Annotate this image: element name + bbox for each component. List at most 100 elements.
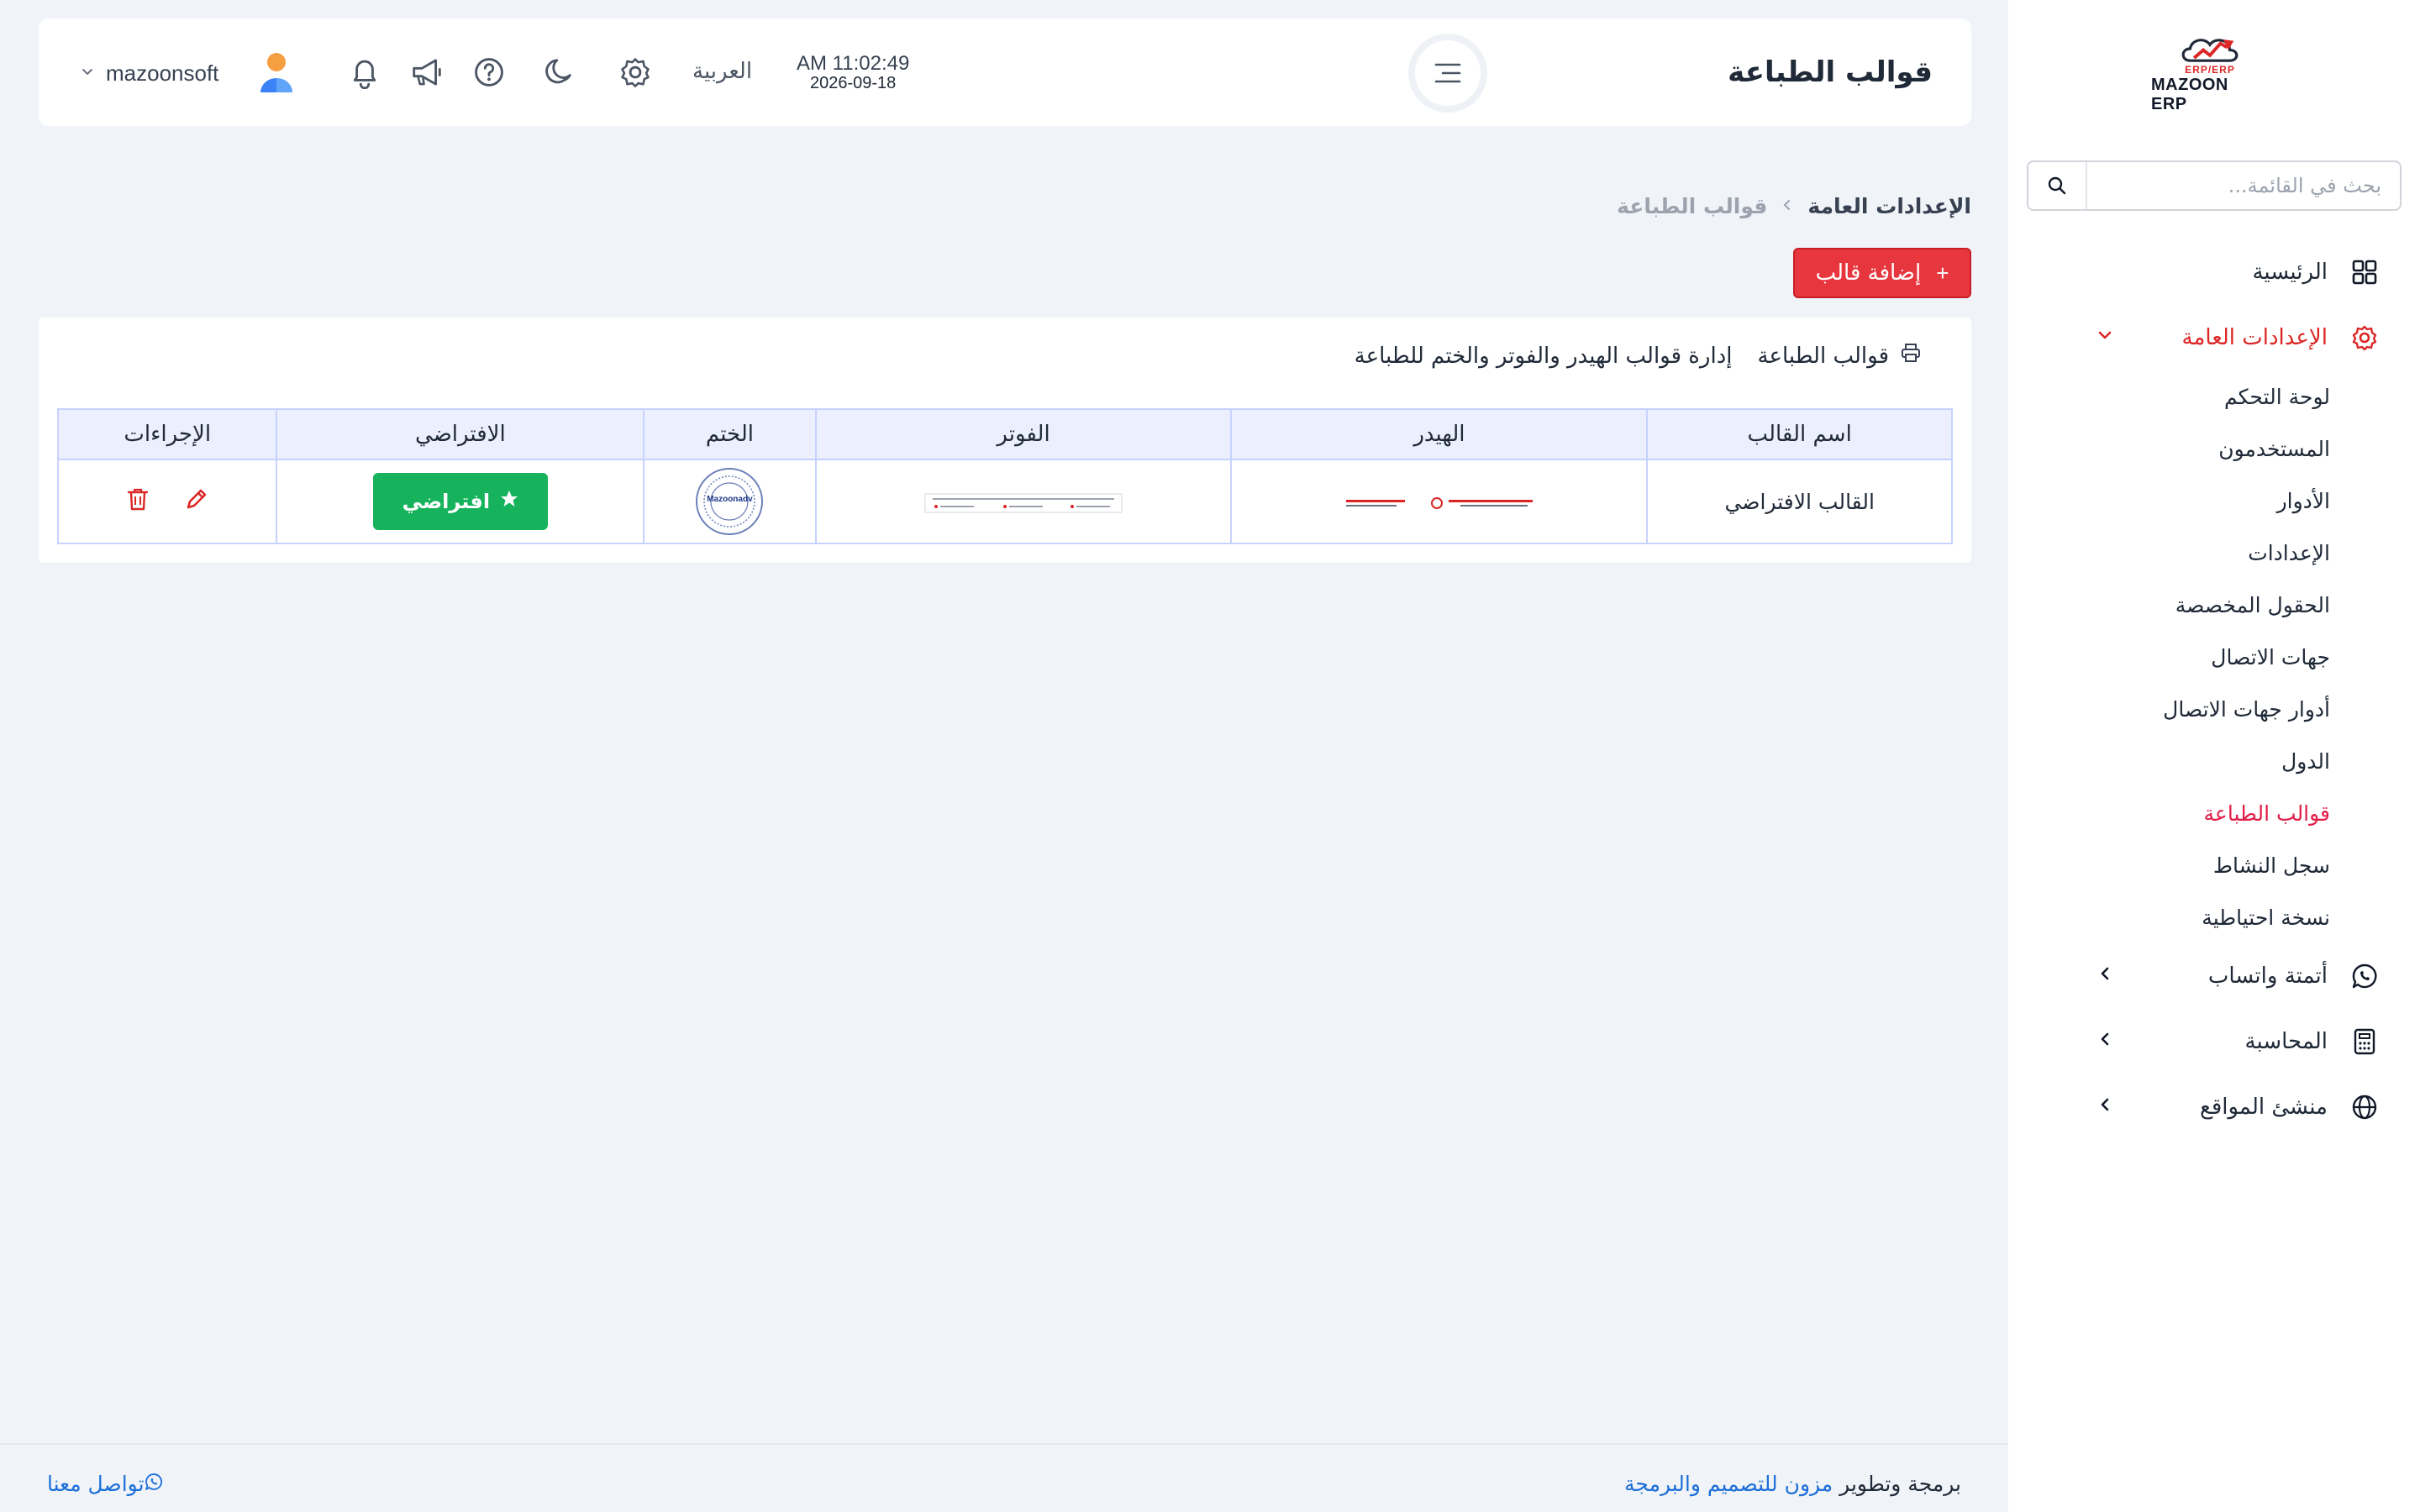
top-header: قوالب الطباعة AM 11:02:49 2026-09-18 الع…: [39, 18, 1971, 126]
sidebar-item-general-settings[interactable]: الإعدادات العامة: [2008, 305, 2420, 370]
sidebar-subitem-activity-log[interactable]: سجل النشاط: [2008, 839, 2420, 891]
help-icon[interactable]: [471, 54, 508, 91]
sidebar-subitem-backup[interactable]: نسخة احتياطية: [2008, 891, 2420, 943]
sidebar-subitem-contacts[interactable]: جهات الاتصال: [2008, 631, 2420, 683]
user-menu[interactable]: mazoonsoft: [81, 52, 296, 94]
footer-thumbnail[interactable]: [924, 493, 1123, 513]
calculator-icon: [2349, 1026, 2380, 1057]
chevron-left-icon: [2096, 963, 2114, 989]
template-name-cell: القالب الافتراضي: [1646, 459, 1953, 544]
sidebar-item-site-builder[interactable]: منشئ المواقع: [2008, 1074, 2420, 1140]
header-clock: AM 11:02:49 2026-09-18: [797, 52, 909, 93]
seal-preview-cell: Mazoonadv: [643, 459, 817, 544]
footer-credit-link[interactable]: مزون للتصميم والبرمجة: [1624, 1472, 1833, 1496]
seal-text: Mazoonadv: [707, 495, 753, 504]
breadcrumb-current: قوالب الطباعة: [1617, 194, 1768, 218]
menu-lines-icon: [1434, 63, 1461, 83]
chevron-down-icon: [81, 65, 94, 81]
sidebar-subitem-roles[interactable]: الأدوار: [2008, 475, 2420, 527]
brand-logo[interactable]: ERP/ERP MAZOON ERP: [2151, 30, 2269, 114]
sidebar-item-label: منشئ المواقع: [2199, 1095, 2328, 1120]
actions-cell: [56, 459, 278, 544]
sidebar-subitem-settings[interactable]: الإعدادات: [2008, 527, 2420, 579]
table-header-row: اسم القالب الهيدر الفوتر الختم الافتراضي…: [56, 408, 1953, 460]
column-header-actions: الإجراءات: [56, 408, 278, 460]
logo-cloud-icon: [2181, 39, 2238, 62]
seal-thumbnail[interactable]: Mazoonadv: [695, 467, 764, 536]
column-header-footer: الفوتر: [814, 408, 1233, 460]
sidebar-subitem-countries[interactable]: الدول: [2008, 735, 2420, 787]
chevron-left-icon: [1781, 196, 1794, 217]
brand-sub: ERP/ERP: [2185, 64, 2235, 76]
settings-gear-icon[interactable]: [617, 54, 654, 91]
page-title: قوالب الطباعة: [1728, 55, 1933, 89]
sidebar-search: [2027, 160, 2402, 211]
grid-icon: [2349, 257, 2380, 287]
header-thumbnail[interactable]: [1342, 493, 1536, 512]
footer-contact-label: تواصل معنا: [47, 1472, 145, 1496]
templates-table: اسم القالب الهيدر الفوتر الختم الافتراضي…: [56, 408, 1953, 544]
sidebar-subitem-custom-fields[interactable]: الحقول المخصصة: [2008, 579, 2420, 631]
sidebar-nav: الرئيسية الإعدادات العامة لوحة التحكم ال…: [2008, 239, 2420, 1140]
avatar: [257, 50, 296, 96]
clock-time: AM 11:02:49: [797, 52, 910, 75]
row-actions: [59, 486, 276, 517]
sidebar-item-whatsapp[interactable]: أتمتة واتساب: [2008, 943, 2420, 1009]
sidebar-item-label: أتمتة واتساب: [2207, 963, 2328, 989]
column-header-seal: الختم: [643, 408, 817, 460]
chevron-down-icon: [2096, 325, 2114, 350]
sidebar-item-label: الرئيسية: [2252, 260, 2328, 285]
templates-card: قوالب الطباعة إدارة قوالب الهيدر والفوتر…: [39, 318, 1971, 563]
language-switcher[interactable]: العربية: [692, 59, 752, 84]
edit-pencil-icon[interactable]: [184, 486, 209, 517]
breadcrumb: الإعدادات العامة قوالب الطباعة: [1617, 194, 1971, 218]
printer-icon: [1901, 343, 1921, 369]
chevron-left-icon: [2096, 1095, 2114, 1120]
moon-icon[interactable]: [539, 54, 576, 91]
default-badge-button[interactable]: افتراضي: [372, 473, 548, 530]
add-template-label: إضافة قالب: [1815, 260, 1922, 286]
column-header-default: الافتراضي: [276, 408, 645, 460]
sidebar-search-input[interactable]: [2087, 162, 2400, 209]
sidebar-item-label: الإعدادات العامة: [2181, 325, 2328, 350]
sidebar-subitem-dashboard[interactable]: لوحة التحكم: [2008, 370, 2420, 423]
table-row: القالب الافتراضي Mazoonadv افتراضي: [56, 459, 1953, 544]
search-icon[interactable]: [2028, 162, 2087, 209]
default-cell: افتراضي: [276, 459, 645, 544]
sidebar-item-accounting[interactable]: المحاسبة: [2008, 1009, 2420, 1074]
whatsapp-icon: [2349, 961, 2380, 991]
sidebar-submenu: لوحة التحكم المستخدمون الأدوار الإعدادات…: [2008, 370, 2420, 943]
column-header-name: اسم القالب: [1646, 408, 1953, 460]
header-preview-cell: [1230, 459, 1649, 544]
clock-date: 2026-09-18: [810, 74, 897, 92]
sidebar-item-home[interactable]: الرئيسية: [2008, 239, 2420, 305]
sidebar-item-label: المحاسبة: [2244, 1029, 2328, 1054]
megaphone-icon[interactable]: [408, 54, 445, 91]
bell-icon[interactable]: [346, 54, 383, 91]
menu-toggle-button[interactable]: [1408, 34, 1487, 113]
sidebar-subitem-users[interactable]: المستخدمون: [2008, 423, 2420, 475]
card-header: قوالب الطباعة إدارة قوالب الهيدر والفوتر…: [1355, 343, 1921, 369]
star-icon: [500, 490, 518, 513]
brand-name: MAZOON ERP: [2151, 76, 2228, 113]
card-title: قوالب الطباعة: [1757, 343, 1890, 369]
add-template-button[interactable]: + إضافة قالب: [1793, 248, 1971, 298]
sidebar-subitem-print-templates[interactable]: قوالب الطباعة: [2008, 787, 2420, 839]
sidebar-subitem-contact-roles[interactable]: أدوار جهات الاتصال: [2008, 683, 2420, 735]
plus-icon: +: [1936, 260, 1949, 286]
chevron-left-icon: [2096, 1029, 2114, 1054]
footer-credit-prefix: برمجة وتطوير: [1839, 1472, 1961, 1496]
user-name: mazoonsoft: [106, 60, 219, 86]
card-description: إدارة قوالب الهيدر والفوتر والختم للطباع…: [1354, 343, 1733, 369]
page-footer: برمجة وتطوير مزون للتصميم والبرمجة تواصل…: [0, 1443, 2008, 1512]
globe-icon: [2349, 1092, 2380, 1122]
delete-trash-icon[interactable]: [125, 486, 150, 517]
footer-contact-link[interactable]: تواصل معنا: [47, 1472, 175, 1496]
breadcrumb-root[interactable]: الإعدادات العامة: [1807, 194, 1971, 218]
gear-icon: [2349, 323, 2380, 353]
default-label: افتراضي: [402, 490, 491, 513]
whatsapp-icon: [145, 1472, 163, 1496]
sidebar: ERP/ERP MAZOON ERP الرئيسية الإعدادات ال…: [2008, 0, 2420, 1512]
column-header-header: الهيدر: [1230, 408, 1649, 460]
footer-preview-cell: [814, 459, 1233, 544]
